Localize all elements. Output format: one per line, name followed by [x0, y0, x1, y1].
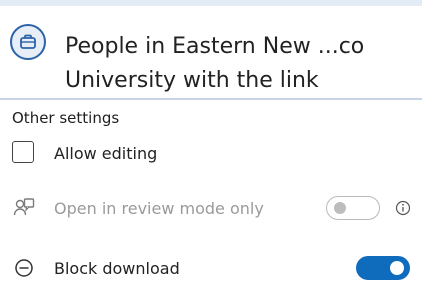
- share-title: People in Eastern New ...co University w…: [65, 30, 415, 98]
- share-title-line2: University with the link: [65, 68, 319, 93]
- block-download-label: Block download: [54, 259, 180, 278]
- block-download-row[interactable]: Block download: [12, 256, 412, 282]
- allow-editing-checkbox[interactable]: [12, 141, 34, 163]
- review-mode-row: Open in review mode only: [12, 196, 412, 222]
- block-download-toggle[interactable]: [356, 256, 410, 280]
- review-mode-toggle-knob: [334, 202, 346, 214]
- block-download-toggle-knob: [390, 261, 404, 275]
- review-icon: [12, 196, 36, 220]
- share-title-line1: People in Eastern New ...co: [65, 34, 365, 59]
- header-divider: [0, 98, 422, 100]
- briefcase-icon: [10, 24, 46, 60]
- review-mode-toggle: [326, 196, 380, 220]
- allow-editing-label: Allow editing: [54, 144, 158, 163]
- allow-editing-row[interactable]: Allow editing: [12, 141, 412, 167]
- share-header: People in Eastern New ...co University w…: [0, 6, 422, 98]
- review-mode-label: Open in review mode only: [54, 199, 264, 218]
- section-title-other-settings: Other settings: [12, 109, 120, 127]
- info-icon[interactable]: [394, 199, 412, 217]
- block-icon: [12, 256, 36, 280]
